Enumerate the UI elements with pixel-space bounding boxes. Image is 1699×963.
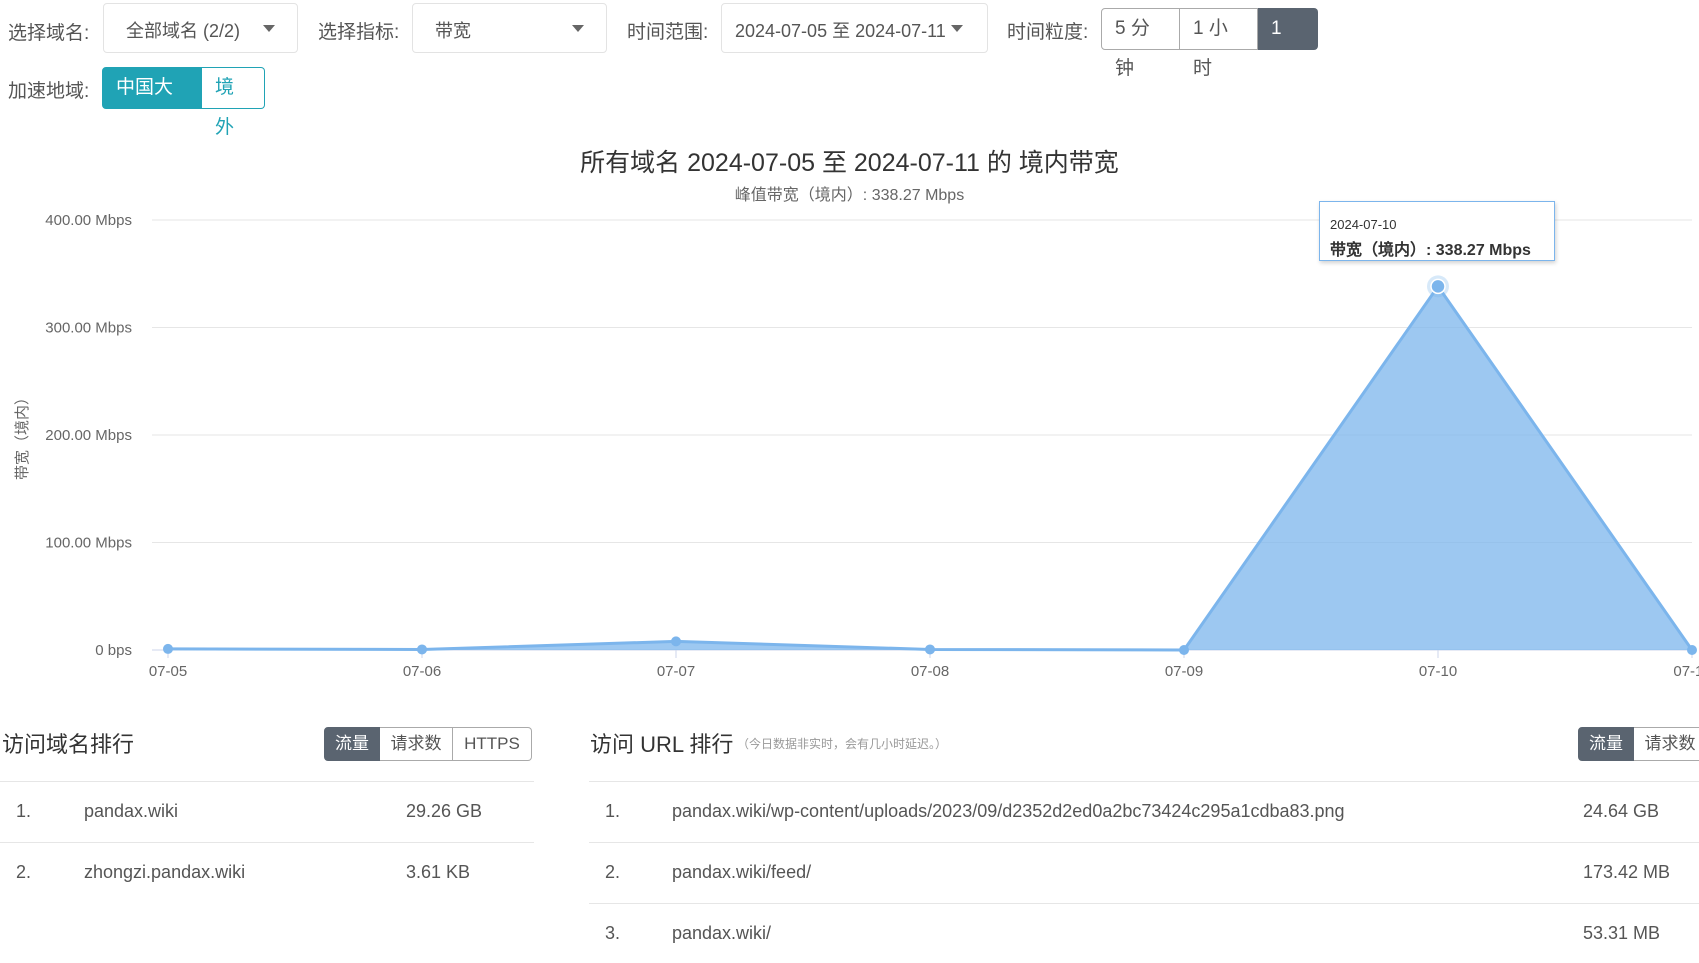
x-tick-label: 07-09 xyxy=(1165,663,1203,680)
table-row: 3. pandax.wiki/ 53.31 MB xyxy=(589,903,1699,963)
row-value: 29.26 GB xyxy=(406,801,483,821)
row-rank: 2. xyxy=(605,862,621,882)
metric-select-label: 选择指标: xyxy=(318,22,400,43)
y-tick-label: 100.00 Mbps xyxy=(45,535,132,552)
peak-marker xyxy=(1430,278,1446,295)
date-range-value: 2024-07-05 至 2024-07-11 xyxy=(735,21,946,41)
tooltip-date: 2024-07-10 xyxy=(1330,217,1397,232)
domain-select-label: 选择域名: xyxy=(8,23,90,44)
domain-ranking-title: 访问域名排行 xyxy=(2,732,135,757)
x-tick-label: 07-07 xyxy=(657,663,695,680)
url-ranking-title: 访问 URL 排行 xyxy=(590,732,734,757)
data-point xyxy=(671,636,681,647)
domain-select[interactable]: 全部域名 (2/2) xyxy=(103,3,298,53)
domain-tab-traffic[interactable]: 流量 xyxy=(324,727,380,761)
y-tick-label: 300.00 Mbps xyxy=(45,320,132,337)
x-tick-label: 07-11 xyxy=(1673,663,1699,680)
x-tick-label: 07-08 xyxy=(911,663,949,680)
region-overseas-button[interactable]: 境外 xyxy=(202,67,265,138)
data-point xyxy=(417,644,427,655)
row-rank: 2. xyxy=(16,862,32,882)
url-tab-requests[interactable]: 请求数 xyxy=(1634,727,1699,761)
domain-tab-https[interactable]: HTTPS xyxy=(453,727,532,761)
data-point xyxy=(925,644,935,655)
domain-select-value: 全部域名 (2/2) xyxy=(126,21,241,41)
url-ranking-note: （今日数据非实时，会有几小时延迟。） xyxy=(737,737,948,751)
url-ranking-tabs: 流量 请求数 xyxy=(1578,727,1699,761)
data-point xyxy=(1179,645,1189,655)
y-tick-label: 400.00 Mbps xyxy=(45,212,132,229)
url-tab-traffic[interactable]: 流量 xyxy=(1578,727,1634,761)
row-rank: 1. xyxy=(16,801,32,821)
tooltip-value: 带宽（境内）: 338.27 Mbps xyxy=(1330,242,1531,259)
granularity-1hour-button[interactable]: 1 小时 xyxy=(1180,8,1258,79)
granularity-toggle: 5 分钟 1 小时 1 天 xyxy=(1101,8,1318,79)
region-label: 加速地域: xyxy=(8,81,90,102)
x-tick-label: 07-06 xyxy=(403,663,441,680)
table-row: 2. pandax.wiki/feed/ 173.42 MB xyxy=(589,842,1699,902)
row-value: 24.64 GB xyxy=(1583,801,1660,821)
chevron-down-icon xyxy=(572,25,584,32)
row-value: 3.61 KB xyxy=(406,862,471,882)
date-range-select[interactable]: 2024-07-05 至 2024-07-11 xyxy=(721,3,988,53)
y-tick-label: 0 bps xyxy=(95,642,132,659)
data-point xyxy=(1687,645,1697,655)
row-url[interactable]: pandax.wiki/feed/ xyxy=(672,862,811,883)
region-mainland-button[interactable]: 中国大陆 xyxy=(102,67,202,138)
table-row: 1. pandax.wiki 29.26 GB xyxy=(0,781,534,841)
series-area xyxy=(168,286,1692,650)
x-tick-label: 07-10 xyxy=(1419,663,1457,680)
domain-ranking-tabs: 流量 请求数 HTTPS xyxy=(324,727,532,761)
table-row: 1. pandax.wiki/wp-content/uploads/2023/0… xyxy=(589,781,1699,841)
y-axis-title: 带宽（境内） xyxy=(13,390,31,480)
table-row: 2. zhongzi.pandax.wiki 3.61 KB xyxy=(0,842,534,902)
granularity-label: 时间粒度: xyxy=(1007,22,1089,43)
granularity-5min-button[interactable]: 5 分钟 xyxy=(1101,8,1180,79)
chart-tooltip: 2024-07-10 带宽（境内）: 338.27 Mbps xyxy=(1319,201,1555,261)
row-rank: 1. xyxy=(605,801,621,821)
metric-select[interactable]: 带宽 xyxy=(412,3,607,53)
bandwidth-chart: 0 bps 100.00 Mbps 200.00 Mbps 300.00 Mbps 40… xyxy=(13,212,1699,680)
row-url[interactable]: pandax.wiki/wp-content/uploads/2023/09/d… xyxy=(672,801,1345,822)
granularity-1day-button[interactable]: 1 天 xyxy=(1258,8,1318,79)
range-select-label: 时间范围: xyxy=(627,22,709,43)
metric-select-value: 带宽 xyxy=(435,21,471,41)
y-tick-label: 200.00 Mbps xyxy=(45,427,132,444)
chevron-down-icon xyxy=(951,25,963,32)
chart-title: 所有域名 2024-07-05 至 2024-07-11 的 境内带宽 xyxy=(580,149,1119,177)
row-value: 173.42 MB xyxy=(1583,862,1671,882)
row-domain: zhongzi.pandax.wiki xyxy=(84,862,246,882)
x-tick-label: 07-05 xyxy=(149,663,187,680)
row-domain: pandax.wiki xyxy=(84,801,179,821)
domain-tab-requests[interactable]: 请求数 xyxy=(380,727,453,761)
region-toggle: 中国大陆 境外 xyxy=(102,67,265,138)
chevron-down-icon xyxy=(263,25,275,32)
data-point xyxy=(163,643,173,654)
